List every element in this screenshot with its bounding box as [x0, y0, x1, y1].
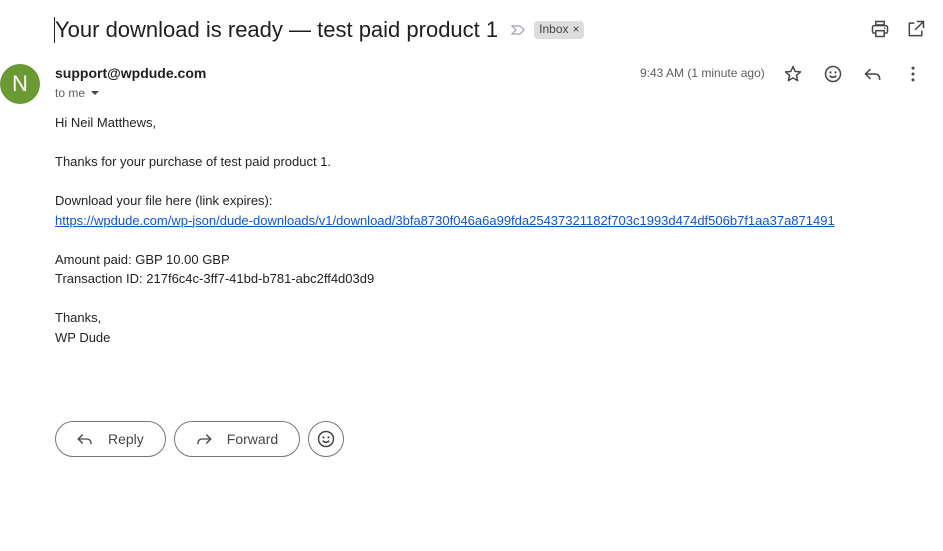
signoff: Thanks, — [55, 310, 102, 325]
message-timestamp: 9:43 AM (1 minute ago) — [640, 66, 765, 80]
greeting: Hi Neil Matthews, — [55, 115, 157, 130]
inbox-label-chip[interactable]: Inbox × — [534, 21, 584, 39]
download-label: Download your file here (link expires): — [55, 193, 273, 208]
emoji-reaction-button[interactable] — [308, 421, 345, 457]
forward-button[interactable]: Forward — [173, 421, 301, 457]
reply-icon[interactable] — [862, 63, 884, 85]
amount-paid: Amount paid: GBP 10.00 GBP — [55, 251, 230, 267]
transaction-id: Transaction ID: 217f6c4c-3ff7-41bd-b781-… — [55, 271, 375, 286]
recipient-details[interactable]: to me — [55, 86, 100, 100]
importance-marker-icon[interactable] — [510, 22, 526, 38]
reply-button[interactable]: Reply — [55, 421, 166, 457]
reply-icon — [76, 430, 94, 448]
more-vert-icon[interactable] — [902, 63, 924, 85]
emoji-icon[interactable] — [822, 63, 844, 85]
reply-button-label: Reply — [108, 431, 144, 447]
reply-actions: Reply Forward — [55, 421, 345, 457]
remove-label-icon[interactable]: × — [573, 22, 580, 37]
chevron-down-icon[interactable] — [90, 88, 100, 98]
email-subject: Your download is ready — test paid produ… — [55, 17, 499, 42]
recipient-label: to me — [55, 86, 86, 100]
inbox-label-text: Inbox — [539, 22, 569, 36]
print-icon[interactable] — [869, 18, 891, 40]
subject-row: Your download is ready — test paid produ… — [55, 14, 584, 46]
email-view: Your download is ready — test paid produ… — [0, 0, 943, 551]
sender-email[interactable]: support@wpdude.com — [55, 65, 206, 81]
forward-icon — [195, 430, 213, 448]
download-link[interactable]: https://wpdude.com/wp-json/dude-download… — [55, 213, 835, 228]
thread-toolbar — [869, 18, 927, 40]
star-icon[interactable] — [782, 63, 804, 85]
forward-button-label: Forward — [226, 431, 279, 447]
emoji-icon — [316, 429, 336, 449]
sender-avatar[interactable]: N — [0, 64, 40, 104]
signature: WP Dude — [55, 329, 111, 345]
message-actions — [782, 63, 924, 85]
thanks-line: Thanks for your purchase of test paid pr… — [55, 154, 332, 169]
email-body: Hi Neil Matthews, Thanks for your purcha… — [55, 113, 935, 347]
open-in-new-window-icon[interactable] — [905, 18, 927, 40]
